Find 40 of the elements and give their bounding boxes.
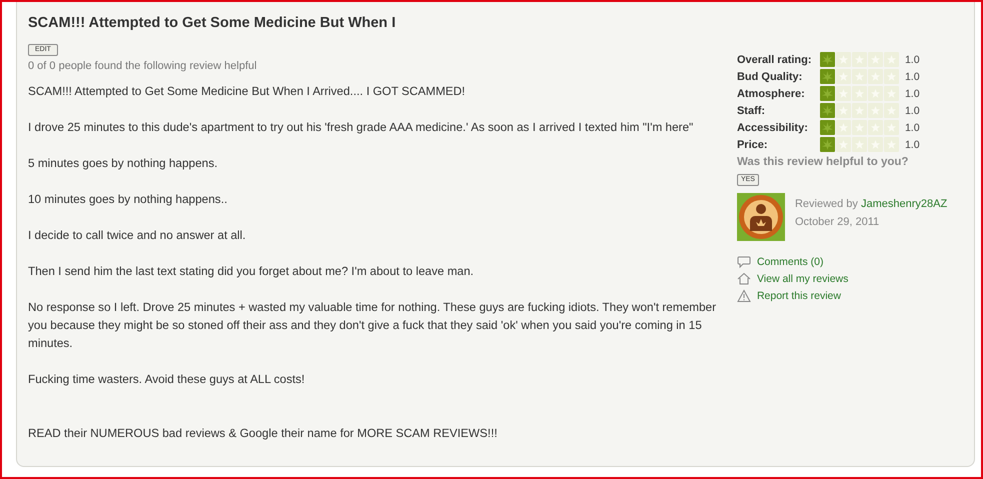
avatar	[736, 193, 785, 241]
rating-value: 1.0	[904, 54, 920, 66]
rating-value: 1.0	[904, 138, 920, 150]
leaf-star-icon	[820, 52, 835, 67]
rating-value: 1.0	[904, 88, 920, 100]
review-date: October 29, 2011	[794, 215, 880, 230]
review-paragraph: 5 minutes goes by nothing happens.	[28, 155, 219, 172]
rating-label: Staff:	[736, 104, 766, 116]
review-paragraph: Fucking time wasters. Avoid these guys at ALL costs!	[28, 371, 306, 388]
reviewed-by: Reviewed by Jameshenry28AZ	[794, 197, 948, 212]
warning-icon	[736, 289, 751, 303]
rating-value: 1.0	[904, 122, 920, 134]
review-paragraph: I drove 25 minutes to this dude's apartment to try out his 'fresh grade AAA medicine.' As soon as I arrived I texted him "I'm here"	[28, 119, 694, 136]
house-icon	[736, 272, 751, 286]
helpful-count: 0 of 0 people found the following review helpful	[28, 60, 258, 72]
review-paragraph: SCAM!!! Attempted to Get Some Medicine But When I Arrived.... I GOT SCAMMED!	[28, 83, 466, 100]
review-title: SCAM!!! Attempted to Get Some Medicine But When I	[28, 15, 397, 31]
review-paragraph: I decide to call twice and no answer at all.	[28, 227, 247, 244]
leaf-star-icon	[820, 86, 835, 101]
leaf-star-icon	[820, 103, 835, 118]
review-paragraph: No response so I left. Drove 25 minutes + wasted my valuable time for nothing. These guys are fucking idiots. They won't remember you because they might be so stoned off their ass and they don't give a fuck that they said 'ok' when you said you're coming in 15 minutes.	[28, 299, 718, 352]
rating-label: Bud Quality:	[736, 70, 804, 82]
review-link[interactable]: Report this review	[756, 290, 841, 302]
rating-value: 1.0	[904, 104, 920, 116]
leaf-star-icon	[820, 69, 835, 84]
rating-label: Price:	[736, 138, 769, 150]
review-paragraph: READ their NUMEROUS bad reviews & Google their name for MORE SCAM REVIEWS!!!	[28, 425, 498, 442]
rating-label: Accessibility:	[736, 122, 809, 134]
review-paragraph: Then I send him the last text stating did you forget about me? I'm about to leave man.	[28, 263, 475, 280]
rating-label: Overall rating:	[736, 54, 813, 66]
speech-bubble-icon	[736, 255, 751, 269]
leaf-star-icon	[820, 137, 835, 152]
review-link[interactable]: Comments (0)	[756, 256, 824, 268]
rating-label: Atmosphere:	[736, 88, 806, 100]
review-paragraph: 10 minutes goes by nothing happens..	[28, 191, 228, 208]
helpful-prompt: Was this review helpful to you?	[736, 156, 910, 168]
review-link[interactable]: View all my reviews	[756, 273, 848, 285]
rating-value: 1.0	[904, 70, 920, 82]
reviewer-link[interactable]: Jameshenry28AZ	[861, 198, 948, 210]
leaf-star-icon	[820, 120, 835, 135]
